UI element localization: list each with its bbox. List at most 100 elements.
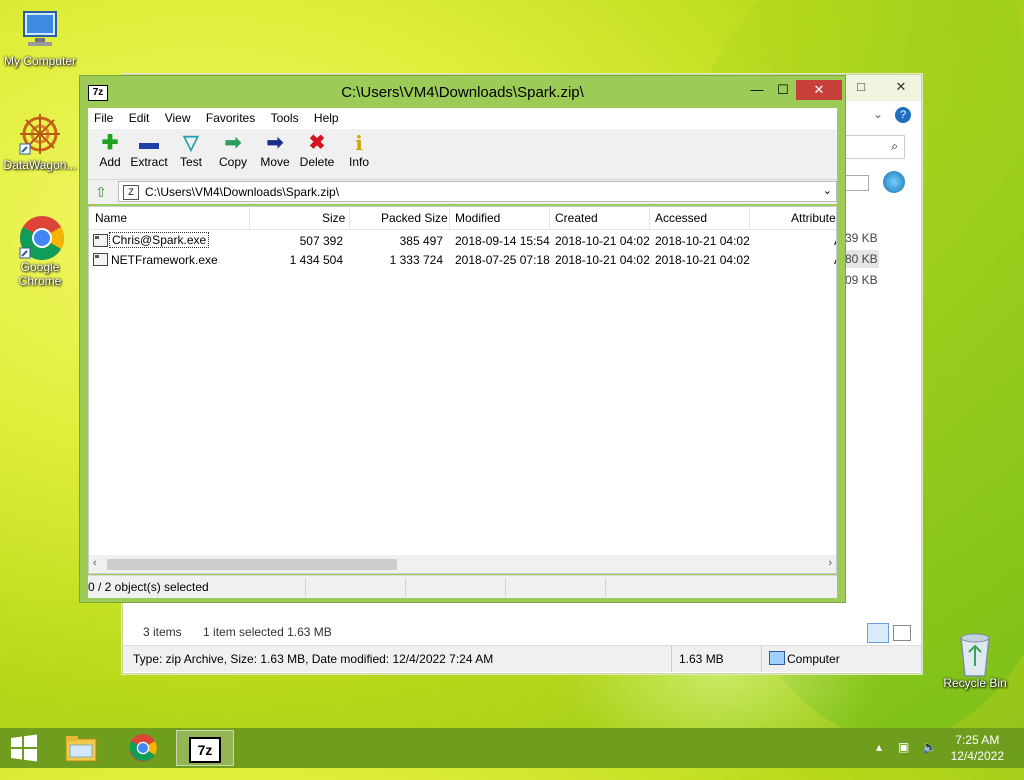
file-modified: 2018-09-14 15:54 xyxy=(455,234,550,248)
selected-info: 1 item selected 1.63 MB xyxy=(203,625,332,639)
copy-button[interactable]: ➡ Copy xyxy=(211,131,255,169)
desktop-icon-datawagon[interactable]: DataWagon... xyxy=(0,112,80,172)
chevron-down-icon[interactable]: ⌄ xyxy=(823,184,832,197)
column-divider[interactable] xyxy=(449,207,450,229)
info-button[interactable]: i Info xyxy=(337,131,381,169)
address-bar: ⇧ Z C:\Users\VM4\Downloads\Spark.zip\ ⌄ xyxy=(88,180,837,204)
7zip-button[interactable]: 7z xyxy=(176,730,234,766)
move-button[interactable]: ➡ Move xyxy=(253,131,297,169)
desktop-icon-label: Google Chrome xyxy=(18,260,62,288)
test-button[interactable]: ▽ Test xyxy=(169,131,213,169)
add-label: Add xyxy=(99,155,121,169)
menu-view[interactable]: View xyxy=(159,108,197,125)
show-hidden-icons-icon[interactable]: ▴ xyxy=(876,740,882,754)
column-created[interactable]: Created xyxy=(555,211,598,225)
horizontal-scrollbar[interactable]: ‹ › xyxy=(89,555,836,573)
exe-file-icon xyxy=(93,234,108,247)
file-size: 507 392 xyxy=(299,234,343,248)
start-button[interactable] xyxy=(0,730,48,766)
windows-logo-icon xyxy=(11,734,37,762)
desktop-icon-my-computer[interactable]: My Computer xyxy=(0,8,80,68)
network-icon[interactable]: ▣ xyxy=(898,740,909,754)
status-divider xyxy=(605,578,606,596)
menu-tools[interactable]: Tools xyxy=(265,108,305,125)
delete-icon: ✖ xyxy=(308,132,326,154)
globe-icon[interactable] xyxy=(883,171,905,193)
clock[interactable]: 7:25 AM 12/4/2022 xyxy=(951,732,1004,764)
desktop-icon-recycle-bin[interactable]: Recycle Bin xyxy=(935,630,1015,690)
file-created: 2018-10-21 04:02 xyxy=(555,234,650,248)
table-row[interactable]: NETFramework.exe 1 434 504 1 333 724 201… xyxy=(89,250,836,269)
file-name[interactable]: NETFramework.exe xyxy=(111,253,218,267)
view-options-icon[interactable] xyxy=(845,175,869,191)
status-divider xyxy=(405,578,406,596)
status-location: Computer xyxy=(787,652,840,666)
list-header: Name Size Packed Size Modified Created A… xyxy=(89,207,836,230)
help-icon[interactable]: ? xyxy=(895,107,911,123)
file-size: 1 434 504 xyxy=(289,253,343,267)
status-detail: Type: zip Archive, Size: 1.63 MB, Date m… xyxy=(133,652,494,666)
volume-icon[interactable]: 🔈 xyxy=(922,740,937,754)
scrollbar-thumb[interactable] xyxy=(107,559,397,570)
column-attribute[interactable]: Attribute xyxy=(791,211,836,225)
explorer-search-input[interactable]: ⌕ xyxy=(845,135,905,159)
column-packed-size[interactable]: Packed Size xyxy=(381,211,448,225)
chrome-button[interactable] xyxy=(114,730,172,766)
7zip-titlebar[interactable]: 7z C:\Users\VM4\Downloads\Spark.zip\ — ☐… xyxy=(80,76,845,108)
column-divider[interactable] xyxy=(749,207,750,229)
status-size: 1.63 MB xyxy=(679,652,724,666)
column-divider[interactable] xyxy=(249,207,250,229)
recycle-bin-icon xyxy=(953,630,997,677)
scroll-right-arrow[interactable]: › xyxy=(828,557,832,569)
column-divider[interactable] xyxy=(549,207,550,229)
desktop-icon-google-chrome[interactable]: Google Chrome xyxy=(0,214,80,288)
test-icon: ▽ xyxy=(183,132,199,154)
clock-date: 12/4/2022 xyxy=(950,749,1004,763)
menu-edit[interactable]: Edit xyxy=(123,108,156,125)
computer-icon xyxy=(18,8,62,52)
menu-help[interactable]: Help xyxy=(308,108,345,125)
scroll-left-arrow[interactable]: ‹ xyxy=(93,557,97,569)
delete-button[interactable]: ✖ Delete xyxy=(295,131,339,169)
column-size[interactable]: Size xyxy=(322,211,345,225)
thumbnail-view-icon[interactable] xyxy=(893,625,911,641)
extract-button[interactable]: ▬ Extract xyxy=(127,131,171,169)
info-icon: i xyxy=(355,131,363,155)
add-button[interactable]: ✚ Add xyxy=(88,131,132,169)
taskbar: 7z ▴ ▣ 🔈 7:25 AM 12/4/2022 xyxy=(0,728,1024,768)
menu-file[interactable]: File xyxy=(88,108,119,125)
move-icon: ➡ xyxy=(266,132,284,154)
status-divider xyxy=(671,646,672,672)
explorer-close-button[interactable]: ✕ xyxy=(888,77,914,97)
minimize-button[interactable]: — xyxy=(744,80,770,100)
file-list[interactable]: Name Size Packed Size Modified Created A… xyxy=(88,206,837,574)
details-view-icon[interactable] xyxy=(867,623,889,643)
7zip-window[interactable]: 7z C:\Users\VM4\Downloads\Spark.zip\ — ☐… xyxy=(79,75,846,603)
file-attribute: A xyxy=(834,234,836,248)
file-attribute: A xyxy=(834,253,836,267)
file-explorer-button[interactable] xyxy=(52,730,110,766)
file-created: 2018-10-21 04:02 xyxy=(555,253,650,267)
file-name[interactable]: Chris@Spark.exe xyxy=(109,232,210,248)
column-name[interactable]: Name xyxy=(95,211,127,225)
file-accessed: 2018-10-21 04:02 xyxy=(655,253,750,267)
table-row[interactable]: Chris@Spark.exe 507 392 385 497 2018-09-… xyxy=(89,231,836,250)
close-button[interactable]: ✕ xyxy=(796,80,842,100)
column-accessed[interactable]: Accessed xyxy=(655,211,707,225)
info-label: Info xyxy=(348,155,369,169)
maximize-button[interactable]: ☐ xyxy=(770,80,796,100)
explorer-close-partial[interactable]: □ xyxy=(848,77,874,97)
folder-up-icon[interactable]: ⇧ xyxy=(92,183,110,201)
desktop-icon-label: My Computer xyxy=(3,54,77,68)
address-input[interactable]: Z C:\Users\VM4\Downloads\Spark.zip\ ⌄ xyxy=(118,181,837,202)
address-text: C:\Users\VM4\Downloads\Spark.zip\ xyxy=(145,185,340,199)
copy-label: Copy xyxy=(218,155,247,169)
column-modified[interactable]: Modified xyxy=(455,211,500,225)
menu-favorites[interactable]: Favorites xyxy=(200,108,261,125)
selection-status: 0 / 2 object(s) selected xyxy=(88,580,209,594)
column-divider[interactable] xyxy=(349,207,350,229)
window-title: C:\Users\VM4\Downloads\Spark.zip\ xyxy=(341,84,584,101)
column-divider[interactable] xyxy=(649,207,650,229)
chevron-down-icon[interactable]: ⌄ xyxy=(873,107,883,121)
test-label: Test xyxy=(179,155,202,169)
